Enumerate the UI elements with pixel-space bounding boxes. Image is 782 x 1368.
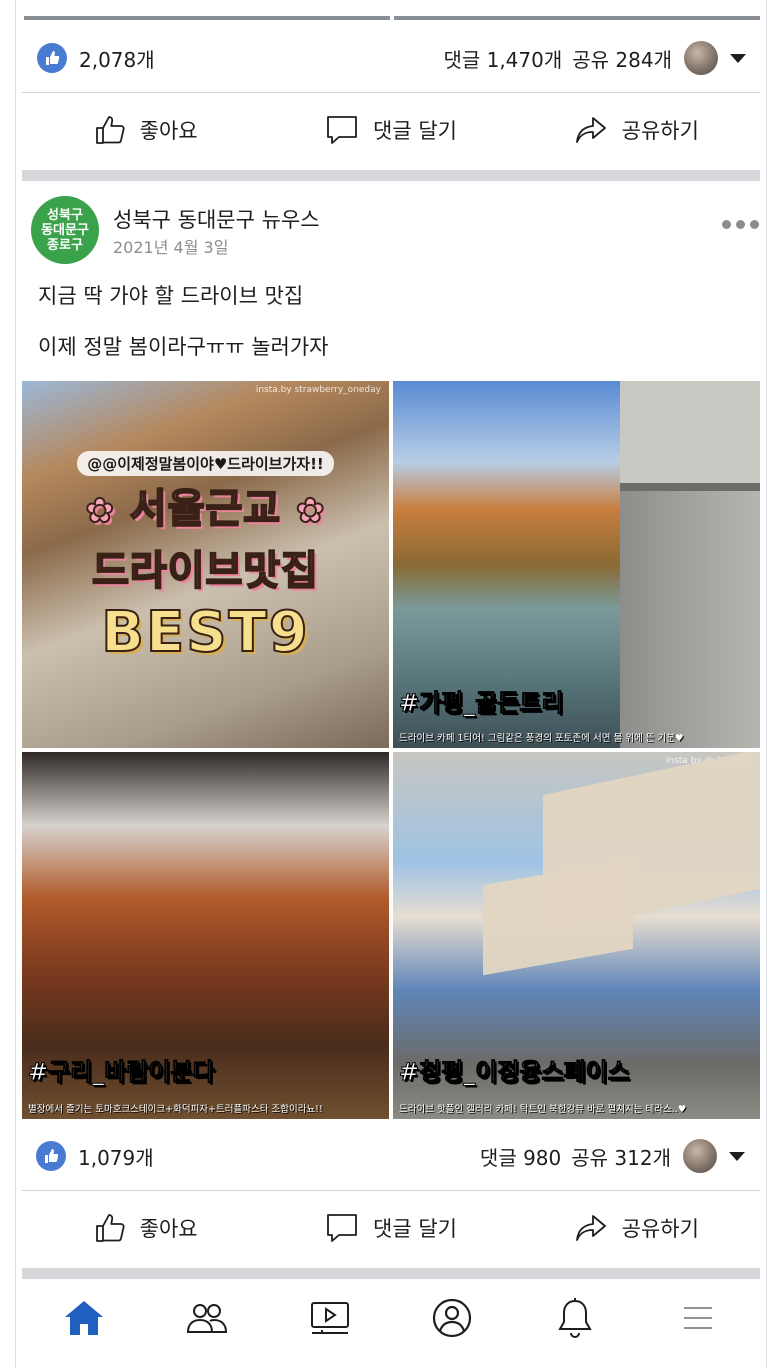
nav-profile[interactable] [422, 1288, 482, 1348]
page-avatar-line-3: 종로구 [47, 237, 83, 253]
post-text-line-1: 지금 딱 가야 할 드라이브 맛집 [38, 284, 304, 308]
like-label: 좋아요 [139, 1217, 198, 1241]
post-image-2[interactable]: #가평_골든트리 드라이브 카페 1티어! 그림같은 풍경의 포토존에 서면 물… [393, 381, 760, 748]
flower-icon: ✿ [295, 490, 326, 532]
like-button[interactable]: 좋아요 [23, 114, 268, 146]
like-count[interactable]: 2,078개 [79, 44, 155, 73]
share-label: 공유하기 [621, 1217, 699, 1241]
image-caption: 별장에서 즐기는 토마호크스테이크+화덕피자+트러플파스타 조합이라뇨!! [28, 1104, 323, 1115]
nav-friends[interactable] [177, 1288, 237, 1348]
image-tag: #청평_이정웅스페이스 [399, 1058, 631, 1087]
previous-post-image-right[interactable] [394, 0, 760, 20]
section-separator [22, 170, 760, 181]
like-reaction-icon[interactable] [37, 43, 67, 73]
previous-post-stats: 2,078개 댓글 1,470개 공유 284개 [24, 30, 760, 86]
chevron-down-icon[interactable] [730, 53, 746, 63]
profile-icon [433, 1298, 472, 1338]
comment-button[interactable]: 댓글 달기 [268, 1212, 513, 1244]
image-subtitle: @@이제정말봄이야♥드라이브가자!! [77, 451, 334, 476]
friends-icon [186, 1304, 227, 1333]
page-avatar-line-1: 성북구 [47, 207, 83, 223]
previous-post-images[interactable] [24, 0, 760, 22]
comment-label: 댓글 달기 [373, 1217, 457, 1241]
home-icon [65, 1301, 104, 1335]
like-count[interactable]: 1,079개 [78, 1142, 154, 1171]
bottom-navigation [23, 1278, 759, 1358]
post-stats: 1,079개 댓글 980 공유 312개 [23, 1128, 759, 1184]
post-actions: 좋아요 댓글 달기 공유하기 [23, 1191, 759, 1265]
comment-icon [327, 116, 357, 144]
comment-button[interactable]: 댓글 달기 [268, 114, 513, 146]
more-options-icon[interactable] [722, 220, 759, 229]
watch-icon [310, 1302, 349, 1334]
share-label: 공유하기 [621, 119, 699, 143]
share-count[interactable]: 공유 284개 [572, 44, 672, 73]
image-watermark: insta.by strawberry_oneday [255, 385, 381, 395]
nav-watch[interactable] [300, 1288, 360, 1348]
image-tag: #구리_바람이분다 [28, 1058, 216, 1087]
comment-count[interactable]: 댓글 1,470개 [443, 44, 562, 73]
page-name[interactable]: 성북구 동대문구 뉴우스 [113, 204, 320, 234]
sunshade [483, 858, 633, 976]
like-reaction-icon[interactable] [36, 1141, 66, 1171]
thumbs-up-icon [95, 116, 125, 144]
image-title-overlay: @@이제정말봄이야♥드라이브가자!! ✿ 서울근교 ✿ 드라이브맛집 BEST9 [22, 451, 389, 666]
like-button[interactable]: 좋아요 [23, 1212, 268, 1244]
avatar[interactable] [684, 41, 718, 75]
like-label: 좋아요 [139, 119, 198, 143]
comment-count[interactable]: 댓글 980 [480, 1142, 561, 1171]
image-headline-1: 서울근교 [129, 485, 282, 533]
post-header: 성북구 동대문구 종로구 성북구 동대문구 뉴우스 2021년 4월 3일 [23, 192, 759, 272]
share-icon [575, 117, 606, 143]
comment-icon [327, 1214, 357, 1242]
avatar[interactable] [683, 1139, 717, 1173]
chevron-down-icon[interactable] [729, 1151, 745, 1161]
building-photo-element [620, 381, 760, 748]
share-icon [575, 1215, 606, 1241]
post-image-3[interactable]: #구리_바람이분다 별장에서 즐기는 토마호크스테이크+화덕피자+트러플파스타 … [22, 752, 389, 1119]
nav-notifications[interactable] [545, 1288, 605, 1348]
share-button[interactable]: 공유하기 [514, 1212, 759, 1244]
nav-menu[interactable] [668, 1288, 728, 1348]
image-headline-3: BEST9 [100, 599, 310, 666]
comment-label: 댓글 달기 [373, 119, 457, 143]
share-button[interactable]: 공유하기 [514, 114, 759, 146]
nav-home[interactable] [54, 1288, 114, 1348]
post-text-line-2: 이제 정말 봄이라구ㅠㅠ 놀러가자 [38, 335, 329, 359]
menu-icon [683, 1307, 712, 1329]
thumbs-up-icon [95, 1214, 125, 1242]
image-caption: 드라이브 핫플인 갤러리 카페! 탁트인 북한강뷰 바로 펼쳐지는 테라스..♥ [399, 1104, 687, 1115]
notifications-icon [558, 1298, 592, 1339]
image-tag: #가평_골든트리 [399, 689, 565, 718]
post-image-4[interactable]: insta by @_hae323 #청평_이정웅스페이스 드라이브 핫플인 갤… [393, 752, 760, 1119]
post-image-1[interactable]: insta.by strawberry_oneday @@이제정말봄이야♥드라이… [22, 381, 389, 748]
post-image-grid: insta.by strawberry_oneday @@이제정말봄이야♥드라이… [22, 381, 760, 1119]
previous-post-actions: 좋아요 댓글 달기 공유하기 [23, 93, 759, 167]
page-avatar-line-2: 동대문구 [41, 222, 89, 238]
flower-icon: ✿ [84, 490, 115, 532]
page-avatar[interactable]: 성북구 동대문구 종로구 [31, 196, 99, 264]
share-count[interactable]: 공유 312개 [571, 1142, 671, 1171]
image-caption: 드라이브 카페 1티어! 그림같은 풍경의 포토존에 서면 물 위에 뜬 기분♥ [399, 733, 684, 744]
previous-post-image-left[interactable] [24, 0, 390, 20]
image-headline-2: 드라이브맛집 [91, 547, 319, 595]
post-date[interactable]: 2021년 4월 3일 [113, 234, 228, 258]
